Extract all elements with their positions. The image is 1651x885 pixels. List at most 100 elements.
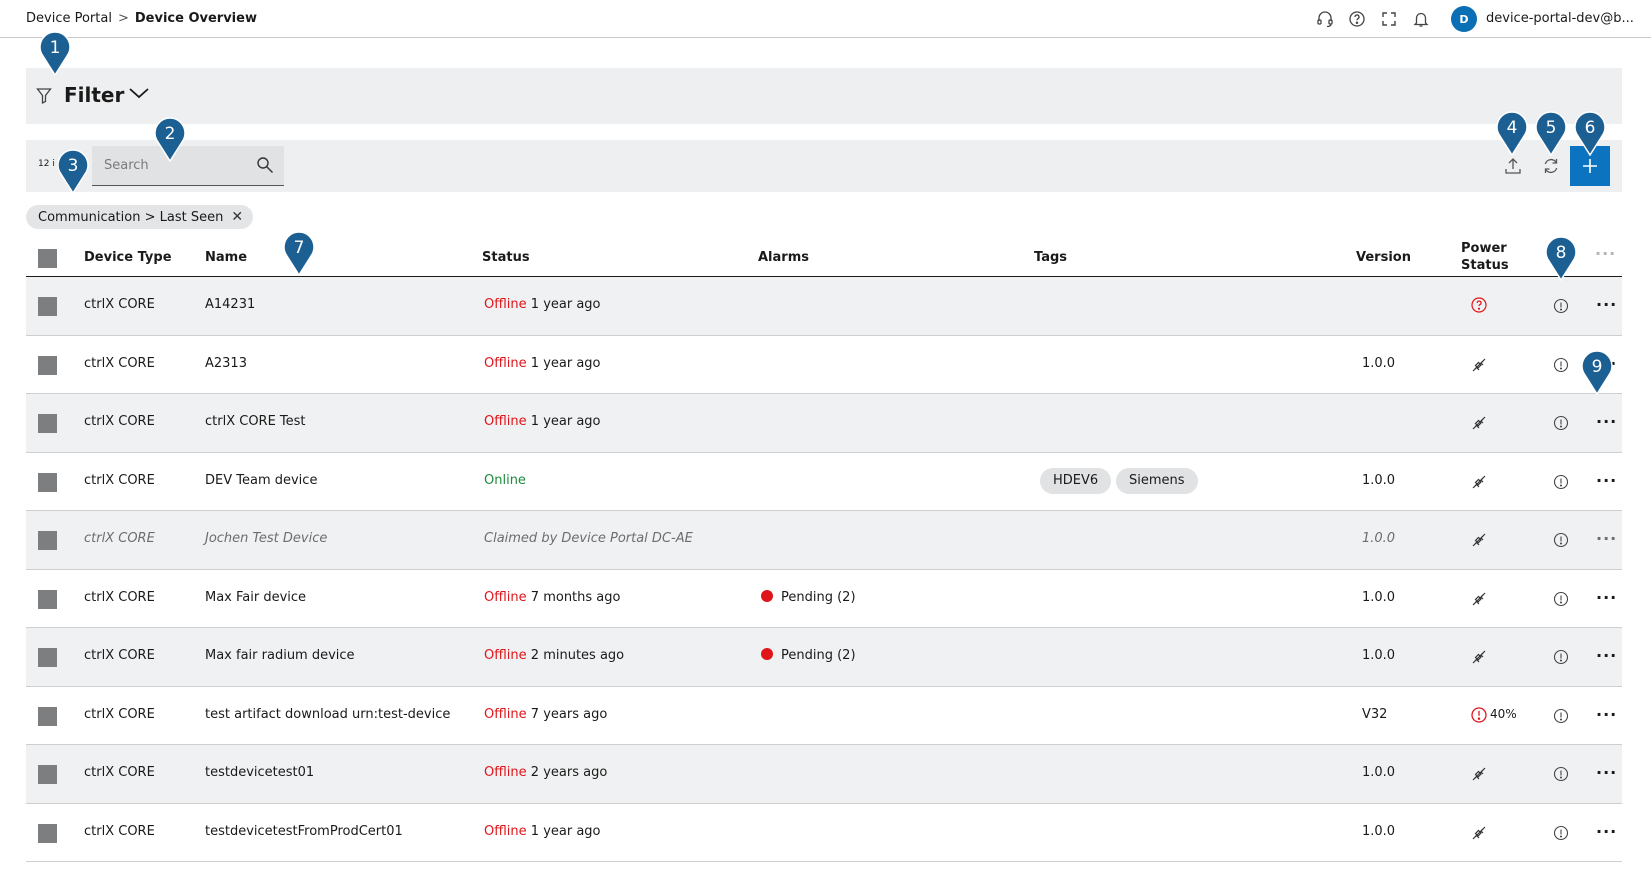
row-checkbox[interactable] — [38, 648, 57, 667]
device-name[interactable]: Max fair radium device — [205, 648, 355, 663]
version-text: V32 — [1362, 706, 1388, 722]
column-status[interactable]: Status — [482, 250, 530, 265]
row-more-menu[interactable]: ··· — [1596, 529, 1617, 548]
table-row[interactable]: ctrlX CORE Max Fair device Offline 7 month… — [26, 570, 1622, 628]
device-name[interactable]: A2313 — [205, 356, 247, 371]
alarm-cell[interactable]: Pending (2) — [761, 589, 856, 605]
device-type: ctrlX CORE — [84, 823, 155, 839]
row-checkbox[interactable] — [38, 472, 57, 492]
row-checkbox[interactable] — [38, 823, 57, 843]
info-icon[interactable] — [1553, 357, 1569, 377]
help-icon[interactable] — [1348, 10, 1366, 28]
notification-bell-icon[interactable] — [1412, 10, 1430, 28]
table-row[interactable]: ctrlX CORE Max fair radium device Offline … — [26, 628, 1622, 687]
version-text: 1.0.0 — [1362, 472, 1396, 488]
status-cell: Offline 7 years ago — [484, 707, 607, 722]
table-row[interactable]: ctrlX CORE A14231 Offline 1 year ago ··· — [26, 277, 1622, 336]
row-checkbox[interactable] — [38, 706, 57, 726]
row-more-menu[interactable]: ··· — [1596, 763, 1617, 782]
status-cell: Offline 1 year ago — [484, 356, 601, 371]
info-icon[interactable] — [1553, 298, 1569, 318]
chip-label: Communication > Last Seen — [38, 209, 224, 225]
select-all-checkbox[interactable] — [38, 249, 57, 268]
fullscreen-icon[interactable] — [1380, 10, 1398, 28]
search-input[interactable]: Search — [92, 146, 284, 186]
row-checkbox[interactable] — [38, 589, 57, 609]
info-icon[interactable] — [1553, 766, 1569, 786]
breadcrumb-root[interactable]: Device Portal — [26, 11, 112, 26]
column-device-type[interactable]: Device Type — [84, 250, 172, 265]
info-icon[interactable] — [1553, 415, 1569, 435]
status-cell: Offline 2 minutes ago — [484, 648, 624, 663]
filter-label: Filter — [64, 83, 125, 107]
device-name[interactable]: DEV Team device — [205, 473, 317, 488]
info-icon[interactable] — [1553, 649, 1569, 669]
device-type: ctrlX CORE — [84, 648, 155, 663]
svg-text:9: 9 — [1592, 357, 1603, 377]
device-type: ctrlX CORE — [84, 589, 155, 605]
filter-panel-header[interactable]: Filter — [26, 68, 1622, 124]
device-name[interactable]: test artifact download urn:test-device — [205, 707, 450, 722]
alarm-cell[interactable]: Pending (2) — [761, 648, 856, 663]
last-seen-text: 1 year ago — [530, 297, 601, 312]
search-icon[interactable] — [256, 156, 274, 174]
row-more-menu[interactable]: ··· — [1596, 705, 1617, 724]
table-row[interactable]: ctrlX CORE DEV Team device Online HDEV6 Siem… — [26, 453, 1622, 511]
row-checkbox[interactable] — [38, 531, 57, 550]
column-name[interactable]: Name — [205, 250, 247, 265]
close-icon[interactable]: ✕ — [231, 209, 243, 225]
active-filter-chip[interactable]: Communication > Last Seen ✕ — [26, 205, 254, 229]
device-name[interactable]: testdevicetest01 — [205, 765, 314, 780]
info-icon[interactable] — [1553, 474, 1569, 494]
row-more-menu[interactable]: ··· — [1596, 646, 1617, 665]
svg-text:5: 5 — [1546, 118, 1557, 138]
device-type: ctrlX CORE — [84, 765, 155, 780]
info-icon[interactable] — [1553, 591, 1569, 611]
row-more-menu[interactable]: ··· — [1596, 295, 1617, 314]
row-more-menu[interactable]: ··· — [1596, 471, 1617, 490]
row-more-menu[interactable]: ··· — [1596, 588, 1617, 607]
avatar[interactable]: D — [1451, 6, 1477, 32]
user-account-name[interactable]: device-portal-dev@b... — [1486, 11, 1634, 26]
device-name[interactable]: ctrlX CORE Test — [205, 414, 306, 429]
row-checkbox[interactable] — [38, 355, 57, 375]
table-row[interactable]: ctrlX COREA2313Offline 1 year ago1.0.0··… — [26, 336, 1622, 394]
power-unplugged-icon — [1471, 766, 1487, 786]
device-name[interactable]: Max Fair device — [205, 590, 306, 605]
row-checkbox[interactable] — [38, 414, 57, 433]
info-icon[interactable] — [1553, 825, 1569, 845]
table-row[interactable]: ctrlX CORE testdevicetestFromProdCert01 Of… — [26, 804, 1622, 862]
table-header: Device Type Name Status Alarms Tags Vers… — [26, 240, 1622, 277]
device-name[interactable]: testdevicetestFromProdCert01 — [205, 824, 403, 839]
device-name[interactable]: A14231 — [205, 297, 255, 312]
table-row[interactable]: ctrlX CORE testdevicetest01 Offline 2 year… — [26, 745, 1622, 804]
column-alarms[interactable]: Alarms — [758, 250, 809, 265]
tag-chip[interactable]: Siemens — [1116, 467, 1198, 494]
column-settings-menu[interactable]: ··· — [1595, 244, 1616, 263]
support-icon[interactable] — [1316, 10, 1334, 28]
device-type: ctrlX CORE — [84, 297, 155, 312]
info-icon[interactable] — [1553, 708, 1569, 728]
column-power-status[interactable]: Power Status — [1461, 240, 1517, 274]
last-seen-text: 1 year ago — [530, 355, 601, 371]
device-name[interactable]: Jochen Test Device — [205, 531, 327, 546]
tag-chip[interactable]: HDEV6 — [1040, 467, 1112, 494]
row-checkbox[interactable] — [38, 765, 57, 784]
table-row[interactable]: ctrlX CORE ctrlX CORE Test Offline 1 year … — [26, 394, 1622, 453]
annotation-marker: 6 — [1573, 110, 1607, 157]
column-version[interactable]: Version — [1356, 250, 1411, 265]
status-cell: Offline 7 months ago — [484, 590, 620, 605]
row-more-menu[interactable]: ··· — [1596, 412, 1617, 431]
status-cell: Claimed by Device Portal DC-AE — [484, 531, 693, 546]
version-text: 1.0.0 — [1362, 531, 1396, 546]
breadcrumb: Device Portal > Device Overview — [26, 11, 257, 26]
last-seen-text: 2 years ago — [530, 765, 608, 780]
table-row[interactable]: ctrlX CORE Jochen Test Device Claimed by D… — [26, 511, 1622, 570]
table-row[interactable]: ctrlX CORE test artifact download urn:tes… — [26, 687, 1622, 745]
row-more-menu[interactable]: ··· — [1596, 822, 1617, 841]
last-seen-text: 2 minutes ago — [530, 648, 625, 663]
row-checkbox[interactable] — [38, 297, 57, 316]
info-icon[interactable] — [1553, 532, 1569, 552]
column-tags[interactable]: Tags — [1034, 250, 1067, 265]
chevron-down-icon[interactable] — [128, 86, 150, 100]
